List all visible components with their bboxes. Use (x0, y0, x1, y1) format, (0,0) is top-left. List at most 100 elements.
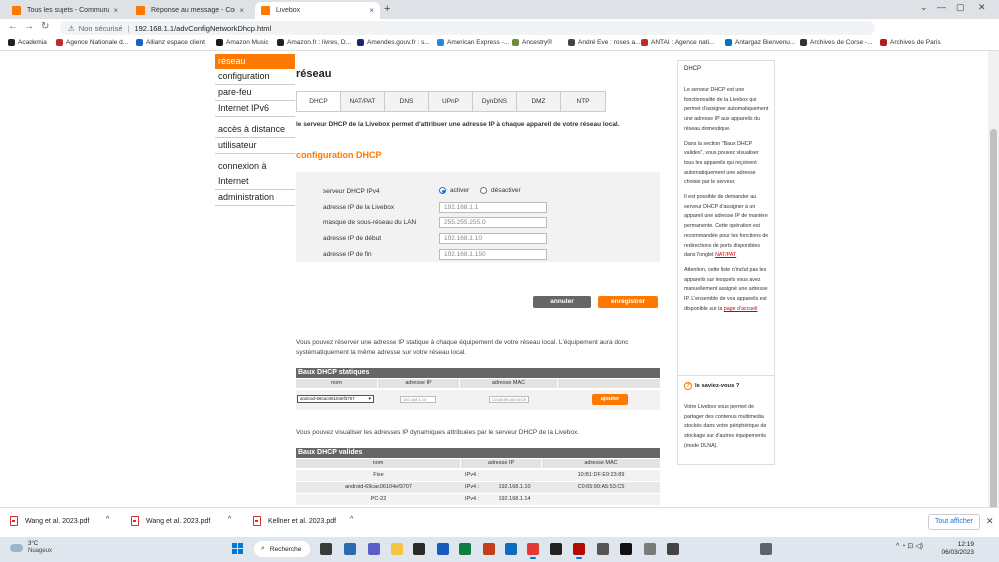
home-page-link[interactable]: page d'accueil (724, 306, 758, 312)
nav-item-acces-distance[interactable]: accès à distance (215, 122, 295, 138)
bookmark-item[interactable]: Amazon Music (216, 39, 269, 46)
task-view-icon[interactable] (320, 543, 332, 555)
app-icon-4[interactable] (667, 543, 679, 555)
tab-close-icon[interactable]: × (239, 6, 244, 15)
add-lease-button[interactable]: ajouter (592, 394, 628, 405)
media-player-icon[interactable] (620, 543, 632, 555)
static-mac-input[interactable]: C0:65:99:A5:53:C5 (489, 396, 529, 403)
weather-widget[interactable]: 3°C Nuageux (10, 541, 52, 555)
nav-item-internet[interactable]: Internet (215, 174, 295, 190)
bookmark-label: ANTAI : Agence nati... (651, 39, 715, 46)
browser-tab-3[interactable]: Livebox × (255, 2, 380, 19)
bookmark-item[interactable]: Agence Nationale d... (56, 39, 128, 46)
livebox-ip-field[interactable]: 192.168.1.1 (439, 202, 547, 213)
settings-icon[interactable] (760, 543, 772, 555)
save-button[interactable]: enregistrer (598, 296, 658, 308)
device-select[interactable]: android-69cac06104ef3707 ▾ (297, 395, 374, 403)
nav-item-configuration[interactable]: configuration (215, 69, 295, 85)
tab-search-icon[interactable]: ⌄ (920, 2, 928, 13)
app-icon-2[interactable] (597, 543, 609, 555)
tab-dns[interactable]: DNS (385, 92, 429, 111)
bookmark-item[interactable]: Antargaz Bienvenu... (725, 39, 795, 46)
close-downloads-icon[interactable]: ✕ (986, 516, 994, 527)
tab-close-icon[interactable]: × (369, 6, 374, 15)
dell-icon[interactable] (413, 543, 425, 555)
widgets-icon[interactable] (344, 543, 356, 555)
bookmark-item[interactable]: Allianz espace client (136, 39, 205, 46)
tab-dhcp[interactable]: DHCP (297, 92, 341, 111)
search-label: Recherche (269, 545, 302, 553)
teams-icon[interactable] (368, 543, 380, 555)
nav-item-reseau[interactable]: réseau (215, 54, 295, 69)
bookmark-item[interactable]: Ancestry® (512, 39, 552, 46)
app-icon-1[interactable] (550, 543, 562, 555)
nat-pat-link[interactable]: NAT/PAT (715, 252, 736, 258)
back-icon[interactable]: ← (8, 21, 18, 32)
chrome-icon[interactable] (527, 543, 539, 559)
page-title: réseau (296, 68, 332, 80)
app-icon-3[interactable] (644, 543, 656, 555)
valid-leases-header: nom adresse IP adresse MAC (296, 459, 660, 468)
nav-item-internet-ipv6[interactable]: Internet IPv6 (215, 101, 295, 117)
system-tray[interactable]: ^ ◔ ⊡ ◁) (896, 542, 923, 550)
download-item[interactable]: Wang et al. 2023.pdf (10, 516, 89, 526)
tab-close-icon[interactable]: × (113, 6, 118, 15)
nav-item-administration[interactable]: administration (215, 190, 295, 206)
chevron-up-icon[interactable]: ^ (350, 516, 353, 523)
browser-tab-1[interactable]: Tous les sujets - Communauté Or × (6, 2, 124, 19)
nav-item-pare-feu[interactable]: pare-feu (215, 85, 295, 101)
file-explorer-icon[interactable] (391, 543, 403, 555)
forward-icon[interactable]: → (24, 21, 34, 32)
minimize-icon[interactable]: — (937, 2, 946, 12)
close-window-icon[interactable]: ✕ (978, 2, 986, 13)
enable-radio[interactable]: activer (439, 187, 469, 194)
enable-label: activer (450, 187, 470, 194)
bookmark-item[interactable]: Archives de Corse -... (800, 39, 873, 46)
bookmark-label: Archives de Paris (890, 39, 941, 46)
scrollbar-thumb[interactable] (990, 129, 997, 509)
end-ip-field[interactable]: 192.168.1.150 (439, 249, 547, 260)
chevron-up-icon[interactable]: ^ (228, 516, 231, 523)
browser-tab-2[interactable]: Réponse au message - Commun × (130, 2, 250, 19)
bookmark-item[interactable]: Archives de Paris (880, 39, 941, 46)
bookmark-item[interactable]: ANTAI : Agence nati... (641, 39, 714, 46)
subnet-mask-field[interactable]: 255.255.255.0 (439, 217, 547, 228)
windows-start-icon[interactable] (232, 543, 244, 555)
tab-dyndns[interactable]: DynDNS (473, 92, 517, 111)
disable-radio[interactable]: désactiver (480, 187, 521, 194)
start-ip-field[interactable]: 192.168.1.10 (439, 233, 547, 244)
downloads-bar: Wang et al. 2023.pdf ^ Wang et al. 2023.… (0, 507, 999, 537)
word-icon[interactable] (437, 543, 449, 555)
excel-icon[interactable] (459, 543, 471, 555)
tab-ntp[interactable]: NTP (561, 92, 605, 111)
page-scrollbar[interactable] (988, 51, 999, 509)
tab-dmz[interactable]: DMZ (517, 92, 561, 111)
acrobat-icon[interactable] (573, 543, 585, 559)
cancel-button[interactable]: annuler (533, 296, 591, 308)
nav-item-connexion-a[interactable]: connexion à (215, 159, 295, 174)
outlook-icon[interactable] (505, 543, 517, 555)
download-item[interactable]: Wang et al. 2023.pdf (131, 516, 210, 526)
chevron-up-icon[interactable]: ^ (106, 516, 109, 523)
reload-icon[interactable]: ↻ (41, 21, 49, 32)
static-ip-input[interactable]: 192.168.1.10 (400, 396, 436, 403)
tab-nat-pat[interactable]: NAT/PAT (341, 92, 385, 111)
taskbar-search[interactable]: ⌕ Recherche (254, 541, 310, 557)
address-bar[interactable]: ⚠ Non sécurisé | 192.168.1.1/advConfigNe… (60, 21, 875, 35)
bookmark-item[interactable]: American Express -... (437, 39, 509, 46)
nav-item-utilisateur[interactable]: utilisateur (215, 138, 295, 154)
new-tab-button[interactable]: + (384, 3, 390, 15)
tab-upnp[interactable]: UPnP (429, 92, 473, 111)
powerpoint-icon[interactable] (483, 543, 495, 555)
help-text: Le serveur DHCP est une fonctionnalité d… (684, 86, 770, 319)
bookmark-item[interactable]: André Eve : roses a... (568, 39, 641, 46)
download-item[interactable]: Kellner et al. 2023.pdf (253, 516, 336, 526)
pdf-file-icon (10, 516, 18, 526)
clock[interactable]: 12:19 06/03/2023 (940, 541, 974, 557)
bookmark-item[interactable]: Amazon.fr : livres, D... (277, 39, 351, 46)
maximize-icon[interactable]: ▢ (956, 2, 965, 13)
bookmark-label: Agence Nationale d... (66, 39, 129, 46)
bookmark-item[interactable]: Academia (8, 39, 47, 46)
show-all-downloads-button[interactable]: Tout afficher (928, 514, 980, 530)
bookmark-item[interactable]: Amendes.gouv.fr : s... (357, 39, 430, 46)
